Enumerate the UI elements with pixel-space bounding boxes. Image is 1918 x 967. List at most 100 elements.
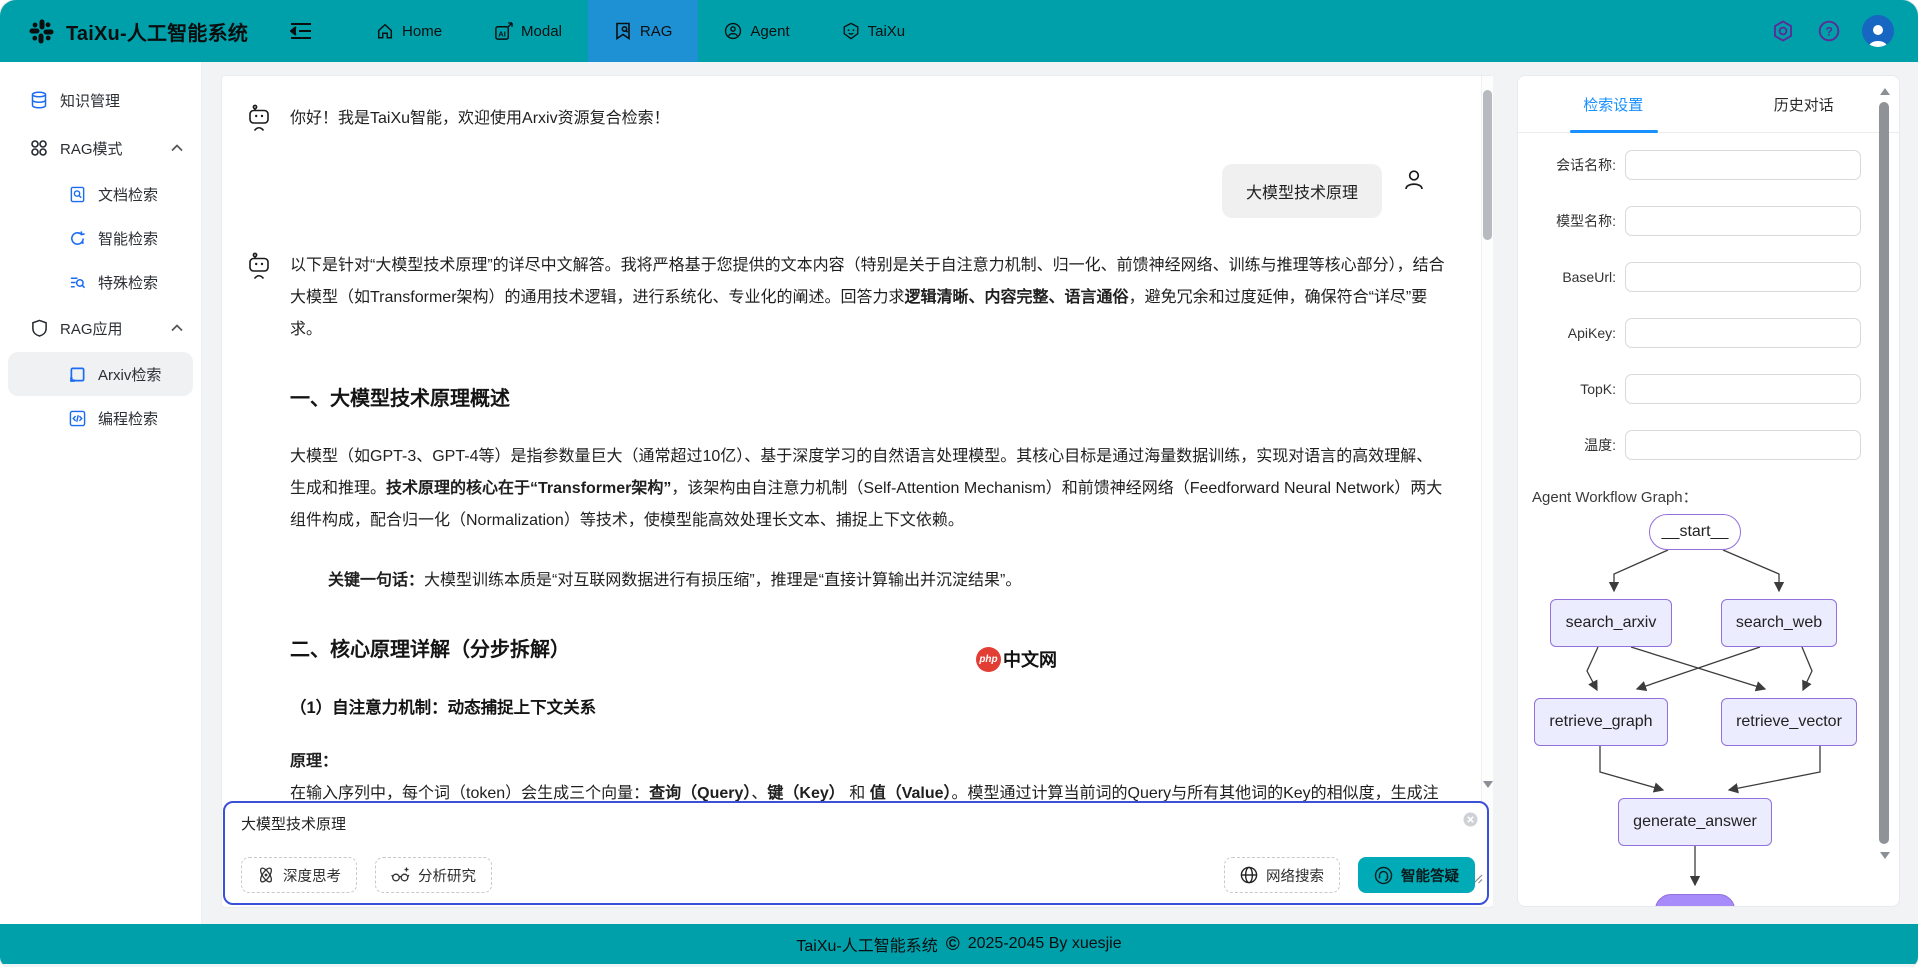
- chat-scrollbar-thumb[interactable]: [1483, 90, 1492, 240]
- glasses-icon: [391, 866, 410, 884]
- topk-label: TopK:: [1518, 381, 1616, 397]
- analyze-research-button[interactable]: 分析研究: [375, 857, 492, 893]
- headset-icon: [1374, 866, 1393, 885]
- panel-scroll-down-arrow[interactable]: [1880, 852, 1890, 859]
- chevron-up-icon: [171, 145, 183, 152]
- doc-search-icon: [68, 185, 86, 203]
- sidebar-label: 文档检索: [98, 184, 158, 205]
- nav-label: Home: [402, 23, 442, 40]
- user-avatar[interactable]: [1862, 15, 1894, 47]
- session-name-label: 会话名称:: [1518, 155, 1616, 175]
- modal-ai-icon: AI: [494, 22, 513, 41]
- main-nav: Home AI Modal: [350, 0, 931, 62]
- panel-tabs: 检索设置 历史对话: [1518, 76, 1899, 133]
- workflow-node-retrieve-vector: retrieve_vector: [1721, 698, 1857, 746]
- workflow-node-start: __start__: [1649, 514, 1741, 550]
- home-icon: [376, 22, 394, 40]
- button-label: 分析研究: [418, 865, 476, 886]
- web-search-button[interactable]: 网络搜索: [1224, 857, 1340, 893]
- chevron-up-icon: [171, 325, 183, 332]
- topk-input[interactable]: [1625, 374, 1861, 404]
- user-message: 大模型技术原理: [246, 164, 1448, 218]
- workflow-node-generate-answer: generate_answer: [1618, 798, 1772, 846]
- form-row: ApiKey:: [1518, 318, 1899, 348]
- grid-icon: [30, 139, 48, 157]
- left-sidebar: 知识管理 RAG模式 文档检索: [0, 62, 202, 924]
- list-search-icon: [68, 273, 86, 291]
- sidebar-collapse-icon[interactable]: [290, 22, 312, 40]
- form-row: 模型名称:: [1518, 206, 1899, 236]
- clear-input-icon[interactable]: [1463, 812, 1478, 827]
- nav-item-home[interactable]: Home: [350, 0, 468, 62]
- sidebar-item-knowledge[interactable]: 知识管理: [0, 76, 201, 124]
- sidebar-item-doc-search[interactable]: 文档检索: [8, 172, 193, 216]
- temperature-label: 温度:: [1518, 435, 1616, 455]
- sidebar-label: 知识管理: [60, 90, 120, 111]
- svg-text:AI: AI: [498, 29, 506, 38]
- robot-icon: [246, 104, 274, 132]
- globe-icon: [1240, 866, 1258, 884]
- rag-flag-icon: [614, 22, 632, 40]
- panel-scrollbar-thumb[interactable]: [1879, 102, 1889, 844]
- settings-form: 会话名称: 模型名称: BaseUrl: ApiKey: TopK: 温度:: [1518, 133, 1899, 460]
- sidebar-item-arxiv-search[interactable]: Arxiv检索: [8, 352, 193, 396]
- help-icon[interactable]: ?: [1816, 18, 1842, 44]
- nav-label: TaiXu: [868, 23, 906, 40]
- nav-item-modal[interactable]: AI Modal: [468, 0, 588, 62]
- form-row: TopK:: [1518, 374, 1899, 404]
- sidebar-group-rag-mode[interactable]: RAG模式: [0, 124, 201, 172]
- refresh-icon: [68, 229, 86, 247]
- sidebar-item-code-search[interactable]: 编程检索: [8, 396, 193, 440]
- deep-think-button[interactable]: 深度思考: [241, 857, 357, 893]
- answer-heading-overview: 一、大模型技术原理概述: [290, 382, 1448, 411]
- navbar-actions: ?: [1770, 15, 1894, 47]
- sidebar-item-special-search[interactable]: 特殊检索: [8, 260, 193, 304]
- baseurl-input[interactable]: [1625, 262, 1861, 292]
- tab-retrieval-settings[interactable]: 检索设置: [1518, 76, 1709, 132]
- form-row: 温度:: [1518, 430, 1899, 460]
- answer-intro: 以下是针对“大模型技术原理”的详尽中文解答。我将严格基于您提供的文本内容（特别是…: [290, 250, 1448, 346]
- apikey-input[interactable]: [1625, 318, 1861, 348]
- nav-label: RAG: [640, 23, 673, 40]
- baseurl-label: BaseUrl:: [1518, 269, 1616, 285]
- shield-icon: [30, 319, 48, 337]
- sidebar-item-smart-search[interactable]: 智能检索: [8, 216, 193, 260]
- panel-scroll-up-arrow[interactable]: [1880, 88, 1890, 95]
- code-icon: [68, 409, 86, 427]
- workflow-node-search-arxiv: search_arxiv: [1550, 599, 1672, 647]
- workflow-node-end: [1655, 894, 1735, 907]
- sidebar-label: 智能检索: [98, 228, 158, 249]
- sidebar-group-rag-app[interactable]: RAG应用: [0, 304, 201, 352]
- nav-item-rag[interactable]: RAG: [588, 0, 699, 62]
- answer-key-sentence: 关键一句话：大模型训练本质是“对互联网数据进行有损压缩”，推理是“直接计算输出并…: [290, 565, 1448, 597]
- model-name-label: 模型名称:: [1518, 211, 1616, 231]
- sidebar-label: 特殊检索: [98, 272, 158, 293]
- user-message-bubble: 大模型技术原理: [1222, 164, 1382, 218]
- chat-input[interactable]: 大模型技术原理: [241, 813, 1453, 853]
- bot-message-greeting: 你好！我是TaiXu智能，欢迎使用Arxiv资源复合检索！: [246, 102, 1448, 134]
- answer-subheading-attention: （1）自注意力机制：动态捕捉上下文关系: [290, 694, 1448, 718]
- nav-item-taixu[interactable]: TaiXu: [816, 0, 932, 62]
- copyright-icon: ©: [946, 935, 960, 954]
- greeting-text: 你好！我是TaiXu智能，欢迎使用Arxiv资源复合检索！: [290, 102, 670, 134]
- svg-text:?: ?: [1826, 24, 1833, 38]
- sidebar-label: 编程检索: [98, 408, 158, 429]
- footer-brand: TaiXu-人工智能系统: [796, 932, 937, 956]
- session-name-input[interactable]: [1625, 150, 1861, 180]
- tab-label: 检索设置: [1583, 94, 1643, 115]
- right-panel: 检索设置 历史对话 会话名称: 模型名称: BaseUrl: ApiKey:: [1517, 75, 1900, 907]
- temperature-input[interactable]: [1625, 430, 1861, 460]
- nav-item-agent[interactable]: Agent: [698, 0, 815, 62]
- settings-gear-icon[interactable]: [1770, 18, 1796, 44]
- answer-heading-detail: 二、核心原理详解（分步拆解）: [290, 633, 1448, 662]
- apikey-label: ApiKey:: [1518, 325, 1616, 341]
- workflow-node-retrieve-graph: retrieve_graph: [1534, 698, 1668, 746]
- tab-history-dialog[interactable]: 历史对话: [1709, 76, 1900, 132]
- smart-qa-button[interactable]: 智能答疑: [1358, 857, 1475, 893]
- scroll-down-arrow-icon[interactable]: [1483, 781, 1493, 788]
- app-footer: TaiXu-人工智能系统 © 2025-2045 By xuesjie: [0, 924, 1918, 964]
- model-name-input[interactable]: [1625, 206, 1861, 236]
- workflow-node-search-web: search_web: [1721, 599, 1837, 647]
- atom-icon: [257, 866, 275, 884]
- form-row: BaseUrl:: [1518, 262, 1899, 292]
